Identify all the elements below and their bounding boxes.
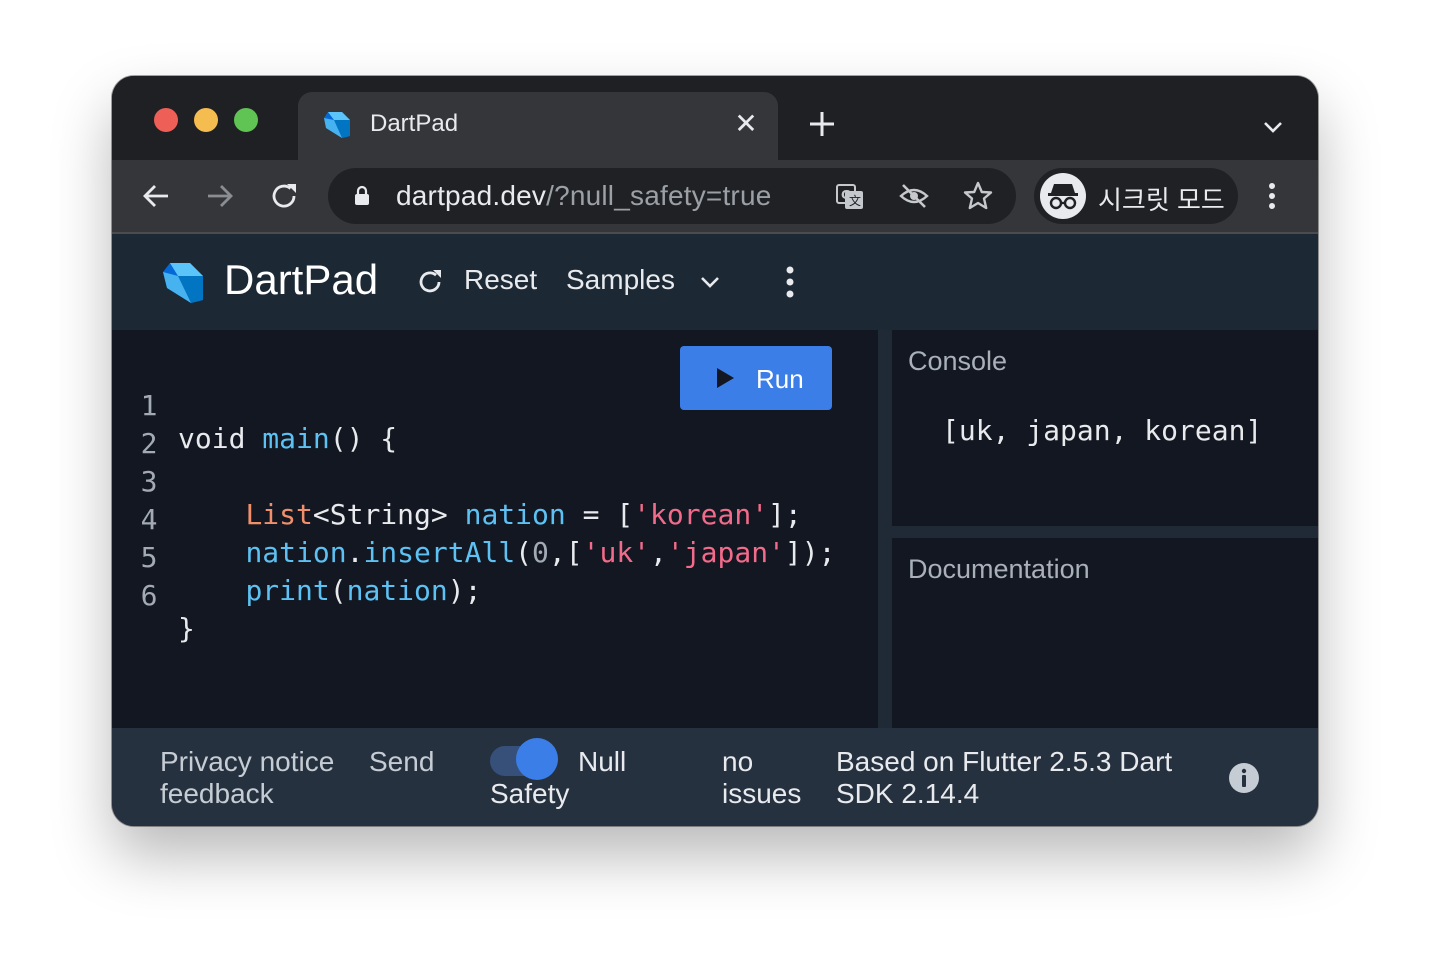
back-icon[interactable] [138,178,174,214]
translate-icon[interactable]: G 文 [834,180,866,212]
address-bar[interactable]: dartpad.dev/?null_safety=true G 文 [328,168,1016,224]
code-line[interactable]: 2 [112,394,213,460]
footer: Privacy notice Send feedback Null Safety… [112,728,1318,826]
documentation-title: Documentation [908,554,1090,584]
code-line[interactable]: 4 nation.insertAll(0,['uk','japan']); [112,470,836,569]
code-line[interactable]: 3 List<String> nation = ['korean']; [112,432,802,531]
version-info: Based on Flutter 2.5.3 Dart [836,746,1173,777]
vertical-splitter[interactable] [878,330,892,728]
send-feedback-link-cont[interactable]: feedback [160,778,274,810]
lock-icon [355,185,369,205]
incognito-icon [1040,173,1086,219]
close-window-button[interactable] [154,108,178,132]
privacy-notice-link[interactable]: Privacy notice [160,746,334,778]
issues-status: no [722,746,754,777]
dart-logo-icon [163,263,203,303]
eye-off-icon[interactable] [898,180,930,212]
url-text[interactable]: dartpad.dev/?null_safety=true [396,180,772,212]
forward-icon[interactable] [202,178,238,214]
tab-title: DartPad [370,110,459,137]
tab-close-icon[interactable]: ✕ [730,108,762,140]
null-safety-toggle-knob[interactable] [516,738,558,780]
null-safety-label-cont: Safety [490,778,570,809]
run-label: Run [756,364,804,394]
null-safety-label: Null [578,746,627,777]
tab-dartpad[interactable]: DartPad ✕ [298,92,778,160]
browser-toolbar: dartpad.dev/?null_safety=true G 文 시크릿 모드 [112,160,1318,234]
incognito-indicator[interactable]: 시크릿 모드 [1034,168,1238,224]
samples-dropdown[interactable]: Samples [566,264,675,296]
documentation-panel: Documentation [892,538,1318,728]
code-line[interactable]: 1 void main() { [112,356,398,455]
code-line[interactable]: 6 } [112,546,213,645]
issues-status-cont: issues [722,778,802,809]
line-number: 6 [140,579,158,612]
browser-window: DartPad ✕ dartpad.dev/?null_safety=true [112,76,1318,826]
code-line[interactable]: 5 print(nation); [112,508,482,607]
chevron-down-icon[interactable] [696,268,724,296]
tab-strip: DartPad ✕ [112,76,1318,160]
reset-icon[interactable] [414,266,446,298]
browser-menu-icon[interactable] [1260,180,1284,212]
console-output: [uk, japan, korean] [942,414,1263,447]
info-icon[interactable] [1228,762,1260,794]
code-editor[interactable]: 1 void main() { 2 3 List<String> nation … [112,330,878,728]
chevron-down-icon[interactable] [1258,112,1288,142]
reset-button[interactable]: Reset [464,264,537,296]
horizontal-splitter[interactable] [892,526,1318,538]
minimize-window-button[interactable] [194,108,218,132]
console-title: Console [908,346,1008,376]
version-info-cont: SDK 2.14.4 [836,778,980,809]
app-title: DartPad [224,256,379,303]
bookmark-star-icon[interactable] [962,180,994,212]
more-options-icon[interactable] [778,262,802,302]
run-button[interactable]: Run [680,346,832,410]
play-icon [717,368,734,388]
send-feedback-link[interactable]: Send [369,746,434,778]
svg-text:文: 文 [849,193,861,208]
dartpad-header: DartPad Reset Samples [112,234,1318,330]
reload-icon[interactable] [266,178,302,214]
dart-logo-icon [324,112,350,138]
console-panel: Console [uk, japan, korean] [892,330,1318,526]
maximize-window-button[interactable] [234,108,258,132]
new-tab-icon[interactable] [804,106,840,142]
incognito-label: 시크릿 모드 [1098,185,1225,215]
